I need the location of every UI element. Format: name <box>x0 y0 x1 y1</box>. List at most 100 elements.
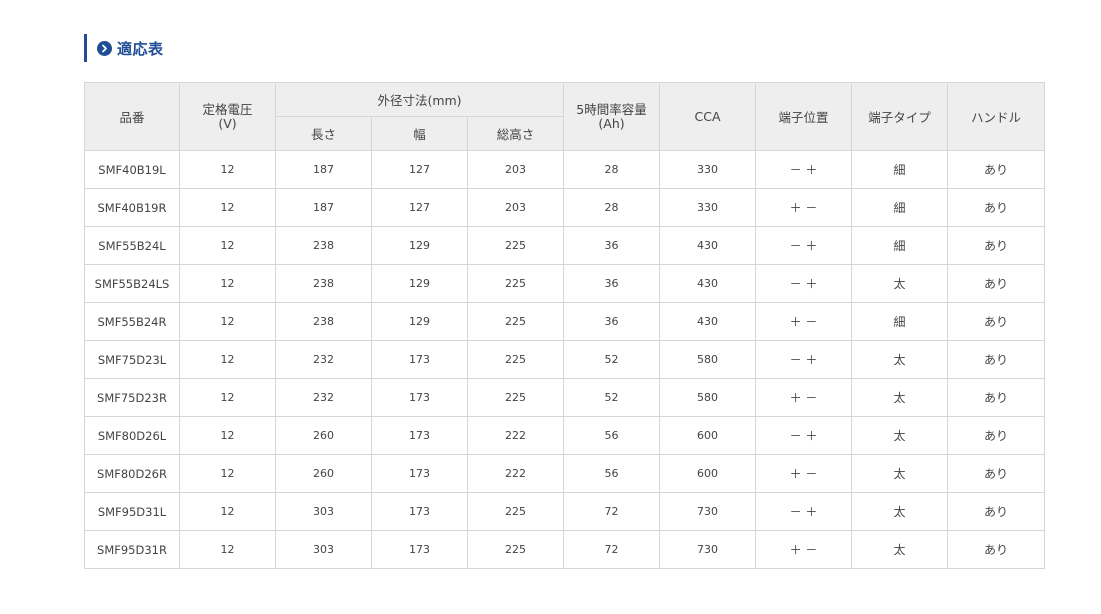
cell-width: 127 <box>371 150 468 189</box>
heading-accent-bar <box>84 34 87 62</box>
cell-cca: 430 <box>659 302 757 341</box>
cell-voltage: 12 <box>179 340 276 379</box>
cell-voltage: 12 <box>179 264 276 303</box>
cell-cca: 430 <box>659 226 757 265</box>
cell-voltage: 12 <box>179 416 276 455</box>
cell-height: 222 <box>466 416 565 455</box>
cell-model: SMF55B24L <box>84 226 180 265</box>
header-outer-dimensions: 外径寸法(mm) <box>274 82 565 117</box>
cell-capacity: 28 <box>563 150 661 189</box>
cell-cca: 430 <box>659 264 757 303</box>
cell-width: 129 <box>371 302 468 341</box>
cell-handle: あり <box>947 530 1046 569</box>
compatibility-table: 品番 定格電圧 (V) 外径寸法(mm) 5時間率容量 (Ah) CCA 端子位… <box>84 82 1046 569</box>
header-handle: ハンドル <box>947 82 1046 151</box>
cell-model: SMF40B19R <box>84 188 180 227</box>
table-row: SMF40B19R 12 187 127 203 28 330 ＋ － 細 あり <box>84 188 1046 227</box>
cell-terminal-position: ＋ － <box>755 530 853 569</box>
cell-model: SMF75D23L <box>84 340 180 379</box>
cell-height: 225 <box>466 492 565 531</box>
cell-length: 238 <box>275 264 372 303</box>
header-terminal-position: 端子位置 <box>755 82 853 151</box>
cell-model: SMF80D26L <box>84 416 180 455</box>
cell-terminal-position: － ＋ <box>755 416 853 455</box>
cell-terminal-position: － ＋ <box>755 492 853 531</box>
cell-terminal-position: ＋ － <box>755 302 853 341</box>
cell-handle: あり <box>947 454 1046 493</box>
cell-voltage: 12 <box>179 454 276 493</box>
cell-width: 129 <box>371 264 468 303</box>
cell-voltage: 12 <box>179 530 276 569</box>
cell-capacity: 72 <box>563 492 661 531</box>
section-heading: 適応表 <box>84 34 164 62</box>
cell-voltage: 12 <box>179 226 276 265</box>
cell-cca: 600 <box>659 416 757 455</box>
cell-terminal-type: 太 <box>851 492 949 531</box>
cell-length: 187 <box>275 188 372 227</box>
cell-cca: 600 <box>659 454 757 493</box>
cell-length: 303 <box>275 530 372 569</box>
cell-terminal-type: 細 <box>851 226 949 265</box>
cell-length: 232 <box>275 340 372 379</box>
cell-capacity: 36 <box>563 264 661 303</box>
cell-width: 127 <box>371 188 468 227</box>
cell-model: SMF95D31R <box>84 530 180 569</box>
cell-terminal-type: 細 <box>851 302 949 341</box>
header-total-height: 総高さ <box>466 116 565 151</box>
cell-handle: あり <box>947 378 1046 417</box>
cell-height: 225 <box>466 226 565 265</box>
cell-terminal-type: 細 <box>851 150 949 189</box>
cell-height: 225 <box>466 378 565 417</box>
cell-terminal-type: 太 <box>851 416 949 455</box>
table-row: SMF80D26R 12 260 173 222 56 600 ＋ － 太 あり <box>84 454 1046 493</box>
cell-cca: 580 <box>659 378 757 417</box>
cell-model: SMF55B24LS <box>84 264 180 303</box>
cell-capacity: 36 <box>563 302 661 341</box>
cell-height: 225 <box>466 302 565 341</box>
header-cca: CCA <box>659 82 757 151</box>
cell-handle: あり <box>947 226 1046 265</box>
cell-length: 260 <box>275 416 372 455</box>
table-row: SMF55B24L 12 238 129 225 36 430 － ＋ 細 あり <box>84 226 1046 265</box>
cell-capacity: 52 <box>563 378 661 417</box>
chevron-right-icon <box>102 44 107 52</box>
cell-handle: あり <box>947 416 1046 455</box>
header-length: 長さ <box>275 116 372 151</box>
table-row: SMF55B24LS 12 238 129 225 36 430 － ＋ 太 あ… <box>84 264 1046 303</box>
cell-height: 225 <box>466 264 565 303</box>
table-row: SMF95D31R 12 303 173 225 72 730 ＋ － 太 あり <box>84 530 1046 569</box>
cell-length: 303 <box>275 492 372 531</box>
header-rated-voltage-unit: (V) <box>218 115 237 131</box>
cell-voltage: 12 <box>179 302 276 341</box>
table-row: SMF95D31L 12 303 173 225 72 730 － ＋ 太 あり <box>84 492 1046 531</box>
cell-model: SMF75D23R <box>84 378 180 417</box>
header-model: 品番 <box>84 82 180 151</box>
header-capacity: 5時間率容量 (Ah) <box>563 82 661 151</box>
cell-handle: あり <box>947 150 1046 189</box>
cell-model: SMF55B24R <box>84 302 180 341</box>
cell-height: 225 <box>466 530 565 569</box>
cell-handle: あり <box>947 302 1046 341</box>
cell-handle: あり <box>947 188 1046 227</box>
table-header-row: 品番 定格電圧 (V) 外径寸法(mm) 5時間率容量 (Ah) CCA 端子位… <box>84 82 1046 151</box>
cell-capacity: 56 <box>563 416 661 455</box>
cell-height: 225 <box>466 340 565 379</box>
header-rated-voltage-label: 定格電圧 <box>202 101 253 117</box>
cell-cca: 330 <box>659 188 757 227</box>
cell-terminal-position: ＋ － <box>755 378 853 417</box>
cell-terminal-position: － ＋ <box>755 226 853 265</box>
cell-terminal-type: 太 <box>851 264 949 303</box>
table-row: SMF75D23R 12 232 173 225 52 580 ＋ － 太 あり <box>84 378 1046 417</box>
section-title: 適応表 <box>117 39 164 58</box>
cell-width: 173 <box>371 454 468 493</box>
cell-width: 173 <box>371 378 468 417</box>
header-terminal-type: 端子タイプ <box>851 82 949 151</box>
cell-model: SMF95D31L <box>84 492 180 531</box>
cell-width: 173 <box>371 492 468 531</box>
cell-handle: あり <box>947 264 1046 303</box>
cell-handle: あり <box>947 492 1046 531</box>
cell-terminal-type: 太 <box>851 340 949 379</box>
cell-cca: 330 <box>659 150 757 189</box>
cell-voltage: 12 <box>179 150 276 189</box>
cell-voltage: 12 <box>179 492 276 531</box>
